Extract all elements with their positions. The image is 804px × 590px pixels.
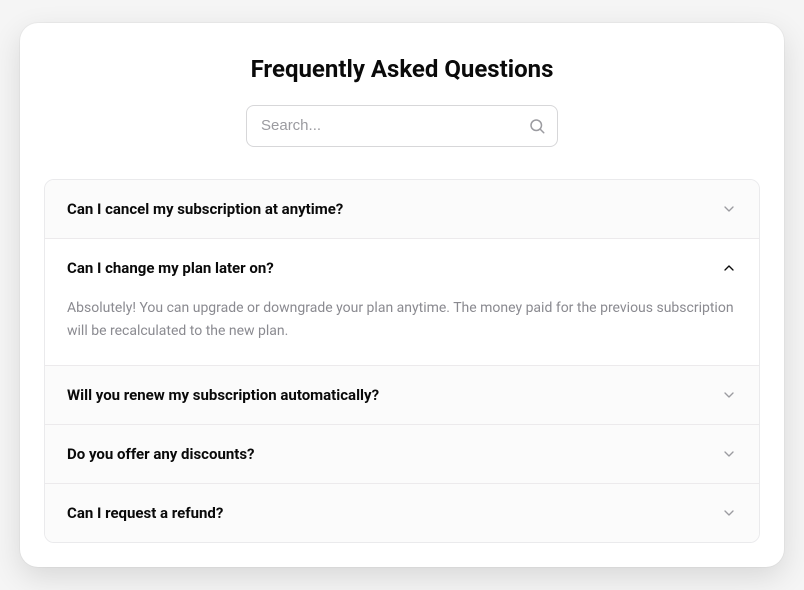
faq-item-renew: Will you renew my subscription automatic… xyxy=(45,366,759,425)
faq-question: Do you offer any discounts? xyxy=(67,445,255,463)
faq-answer: Absolutely! You can upgrade or downgrade… xyxy=(45,297,759,365)
faq-question: Can I change my plan later on? xyxy=(67,259,274,277)
faq-header-cancel[interactable]: Can I cancel my subscription at anytime? xyxy=(45,180,759,238)
faq-item-cancel: Can I cancel my subscription at anytime? xyxy=(45,180,759,239)
faq-header-discounts[interactable]: Do you offer any discounts? xyxy=(45,425,759,483)
faq-header-change-plan[interactable]: Can I change my plan later on? xyxy=(45,239,759,297)
faq-question: Can I cancel my subscription at anytime? xyxy=(67,200,343,218)
faq-question: Can I request a refund? xyxy=(67,504,223,522)
faq-item-refund: Can I request a refund? xyxy=(45,484,759,542)
faq-header-refund[interactable]: Can I request a refund? xyxy=(45,484,759,542)
faq-item-change-plan: Can I change my plan later on? Absolutel… xyxy=(45,239,759,366)
chevron-down-icon xyxy=(721,505,737,521)
search-input[interactable] xyxy=(246,105,558,147)
chevron-down-icon xyxy=(721,387,737,403)
search-container xyxy=(246,105,558,147)
faq-item-discounts: Do you offer any discounts? xyxy=(45,425,759,484)
faq-accordion: Can I cancel my subscription at anytime?… xyxy=(44,179,760,543)
faq-question: Will you renew my subscription automatic… xyxy=(67,386,379,404)
chevron-down-icon xyxy=(721,201,737,217)
page-title: Frequently Asked Questions xyxy=(44,55,760,83)
search-icon xyxy=(528,117,546,135)
chevron-down-icon xyxy=(721,446,737,462)
faq-header-renew[interactable]: Will you renew my subscription automatic… xyxy=(45,366,759,424)
search-wrap xyxy=(44,105,760,147)
faq-card: Frequently Asked Questions Can I cancel … xyxy=(20,23,784,567)
chevron-up-icon xyxy=(721,260,737,276)
